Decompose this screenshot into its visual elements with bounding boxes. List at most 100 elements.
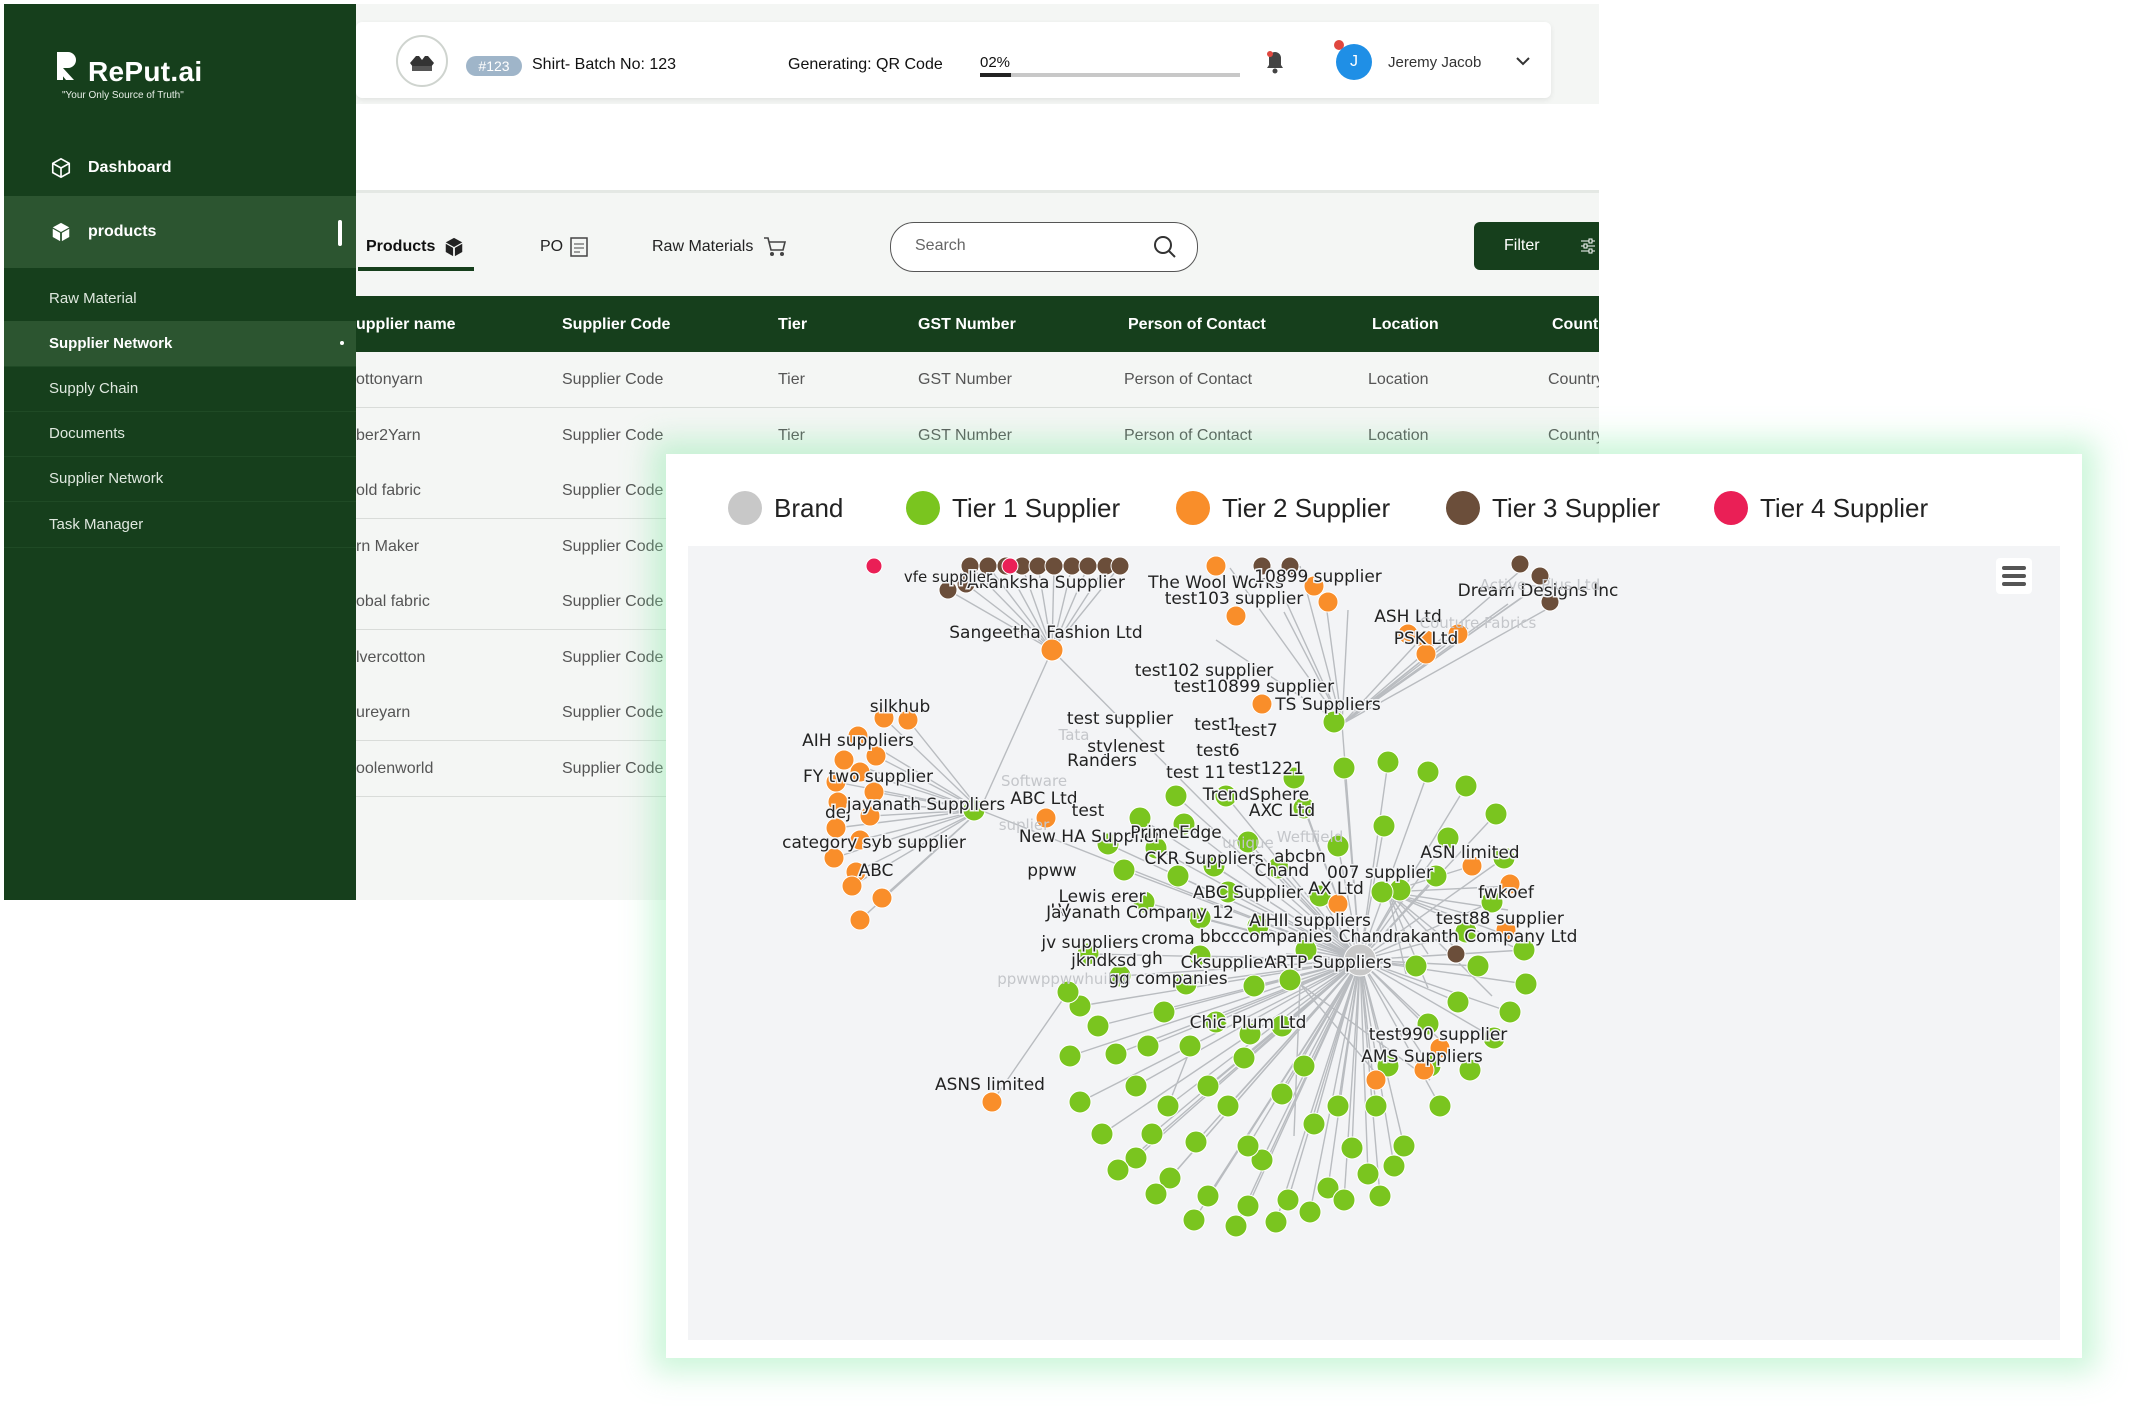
network-node-t1[interactable] bbox=[1236, 1134, 1260, 1158]
tab-po[interactable]: PO bbox=[540, 236, 589, 258]
tab-raw-materials[interactable]: Raw Materials bbox=[652, 236, 787, 258]
network-node-t1[interactable] bbox=[1136, 1034, 1160, 1058]
table-cell: old fabric bbox=[356, 482, 421, 499]
filter-button[interactable]: Filter bbox=[1474, 222, 1599, 270]
network-node-t1[interactable] bbox=[1332, 756, 1356, 780]
network-node-t1[interactable] bbox=[1356, 1162, 1380, 1186]
col-header[interactable]: Supplier Code bbox=[562, 316, 670, 334]
bell-icon[interactable] bbox=[1264, 50, 1286, 74]
subnav-supplier-network[interactable]: Supplier Network bbox=[4, 321, 356, 367]
network-node-t1[interactable] bbox=[1376, 750, 1400, 774]
network-node-t1[interactable] bbox=[1416, 760, 1440, 784]
network-node-t2[interactable] bbox=[1225, 605, 1247, 627]
network-node-t1[interactable] bbox=[1446, 990, 1470, 1014]
network-node-t1[interactable] bbox=[1326, 1094, 1350, 1118]
search-box[interactable] bbox=[890, 222, 1198, 272]
network-node-t1[interactable] bbox=[1382, 1154, 1406, 1178]
network-plot[interactable]: Akanksha Supplier vfe supplier Sangeetha F… bbox=[688, 546, 2060, 1340]
hamburger-menu-icon[interactable] bbox=[1996, 558, 2032, 594]
network-node-t1[interactable] bbox=[1454, 774, 1478, 798]
network-node-t1[interactable] bbox=[1236, 1194, 1260, 1218]
network-node-t1[interactable] bbox=[1340, 1136, 1364, 1160]
search-input[interactable] bbox=[913, 236, 1137, 256]
network-node-t4[interactable] bbox=[865, 557, 883, 575]
nav-products[interactable]: products bbox=[4, 196, 356, 268]
network-node-t1[interactable] bbox=[1302, 1112, 1326, 1136]
table-row[interactable]: ottonyarn Supplier Code Tier GST Number Pers… bbox=[356, 352, 1599, 408]
subnav-documents[interactable]: Documents bbox=[4, 411, 356, 457]
network-node-t1[interactable] bbox=[1178, 1034, 1202, 1058]
subnav-raw-material[interactable]: Raw Material bbox=[4, 276, 356, 322]
network-node-t1[interactable] bbox=[1466, 954, 1490, 978]
network-node-t1[interactable] bbox=[1232, 1046, 1256, 1070]
subnav-supply-chain[interactable]: Supply Chain bbox=[4, 366, 356, 412]
network-node-t2[interactable] bbox=[1317, 591, 1339, 613]
network-node-t1[interactable] bbox=[1428, 1094, 1452, 1118]
col-header[interactable]: Countr bbox=[1552, 316, 1599, 334]
network-node-t2[interactable] bbox=[849, 909, 871, 931]
network-node-t2[interactable] bbox=[981, 1091, 1003, 1113]
legend-item[interactable]: Brand bbox=[728, 490, 843, 526]
network-node-t1[interactable] bbox=[1332, 1188, 1356, 1212]
nav-dashboard[interactable]: Dashboard bbox=[4, 132, 356, 204]
tab-products[interactable]: Products bbox=[366, 236, 465, 258]
network-node-t2[interactable] bbox=[1251, 693, 1273, 715]
network-node-t1[interactable] bbox=[1368, 1184, 1392, 1208]
avatar[interactable]: J bbox=[1336, 44, 1372, 80]
network-node-t1[interactable] bbox=[1298, 1200, 1322, 1224]
search-icon[interactable] bbox=[1153, 235, 1177, 259]
shirt-icon[interactable] bbox=[396, 35, 448, 87]
legend-item[interactable]: Tier 4 Supplier bbox=[1714, 490, 1928, 526]
network-node-t1[interactable] bbox=[1216, 1094, 1240, 1118]
col-header[interactable]: upplier name bbox=[356, 316, 456, 334]
legend-item[interactable]: Tier 1 Supplier bbox=[906, 490, 1120, 526]
network-node-t3[interactable] bbox=[1446, 944, 1466, 964]
network-node-t2[interactable] bbox=[871, 887, 893, 909]
network-node-t1[interactable] bbox=[1068, 1090, 1092, 1114]
network-node-t1[interactable] bbox=[1144, 1182, 1168, 1206]
network-node-t1[interactable] bbox=[1370, 880, 1394, 904]
network-node-t1[interactable] bbox=[1514, 972, 1538, 996]
network-node-t1[interactable] bbox=[1086, 1014, 1110, 1038]
col-header[interactable]: Person of Contact bbox=[1128, 316, 1266, 334]
network-node-t1[interactable] bbox=[1140, 1122, 1164, 1146]
network-node-t1[interactable] bbox=[1276, 1188, 1300, 1212]
network-node-t1[interactable] bbox=[1196, 1184, 1220, 1208]
network-node-t1[interactable] bbox=[1058, 1044, 1082, 1068]
subnav-supplier-network-2[interactable]: Supplier Network bbox=[4, 456, 356, 502]
network-node-t2[interactable] bbox=[1365, 1069, 1387, 1091]
network-node-t1[interactable] bbox=[1182, 1208, 1206, 1232]
user-name[interactable]: Jeremy Jacob bbox=[1388, 54, 1481, 71]
network-node-t1[interactable] bbox=[1152, 1000, 1176, 1024]
network-node-t1[interactable] bbox=[1498, 1000, 1522, 1024]
network-node-t1[interactable] bbox=[1112, 858, 1136, 882]
network-node-t1[interactable] bbox=[1270, 1082, 1294, 1106]
chevron-down-icon[interactable] bbox=[1516, 56, 1530, 66]
network-node-t1[interactable] bbox=[1124, 1074, 1148, 1098]
network-node-t1[interactable] bbox=[1392, 1134, 1416, 1158]
col-header[interactable]: GST Number bbox=[918, 316, 1016, 334]
col-header[interactable]: Tier bbox=[778, 316, 807, 334]
network-node-t4[interactable] bbox=[1001, 557, 1019, 575]
legend-item[interactable]: Tier 3 Supplier bbox=[1446, 490, 1660, 526]
network-node-t1[interactable] bbox=[1224, 1214, 1248, 1238]
network-node-t1[interactable] bbox=[1156, 1094, 1180, 1118]
network-node-t1[interactable] bbox=[1184, 1130, 1208, 1154]
network-node-t1[interactable] bbox=[1484, 802, 1508, 826]
network-node-t1[interactable] bbox=[1292, 1054, 1316, 1078]
col-header[interactable]: Location bbox=[1372, 316, 1439, 334]
subnav-task-manager[interactable]: Task Manager bbox=[4, 502, 356, 548]
network-node-t1[interactable] bbox=[1264, 1210, 1288, 1234]
network-node-t1[interactable] bbox=[1090, 1122, 1114, 1146]
legend-item[interactable]: Tier 2 Supplier bbox=[1176, 490, 1390, 526]
network-node-t1[interactable] bbox=[1196, 1074, 1220, 1098]
network-node-t1[interactable] bbox=[1104, 1042, 1128, 1066]
network-node-t1[interactable] bbox=[1404, 954, 1428, 978]
network-node-t1[interactable] bbox=[1364, 1094, 1388, 1118]
network-node-t1[interactable] bbox=[1164, 784, 1188, 808]
network-node-t3[interactable] bbox=[1510, 554, 1530, 574]
network-graph[interactable]: Akanksha Suppliervfe supplierSangeetha F… bbox=[688, 546, 2060, 1340]
network-node-t1[interactable] bbox=[1106, 1158, 1130, 1182]
network-node-t1[interactable] bbox=[1372, 814, 1396, 838]
network-node-t1[interactable] bbox=[1242, 974, 1266, 998]
